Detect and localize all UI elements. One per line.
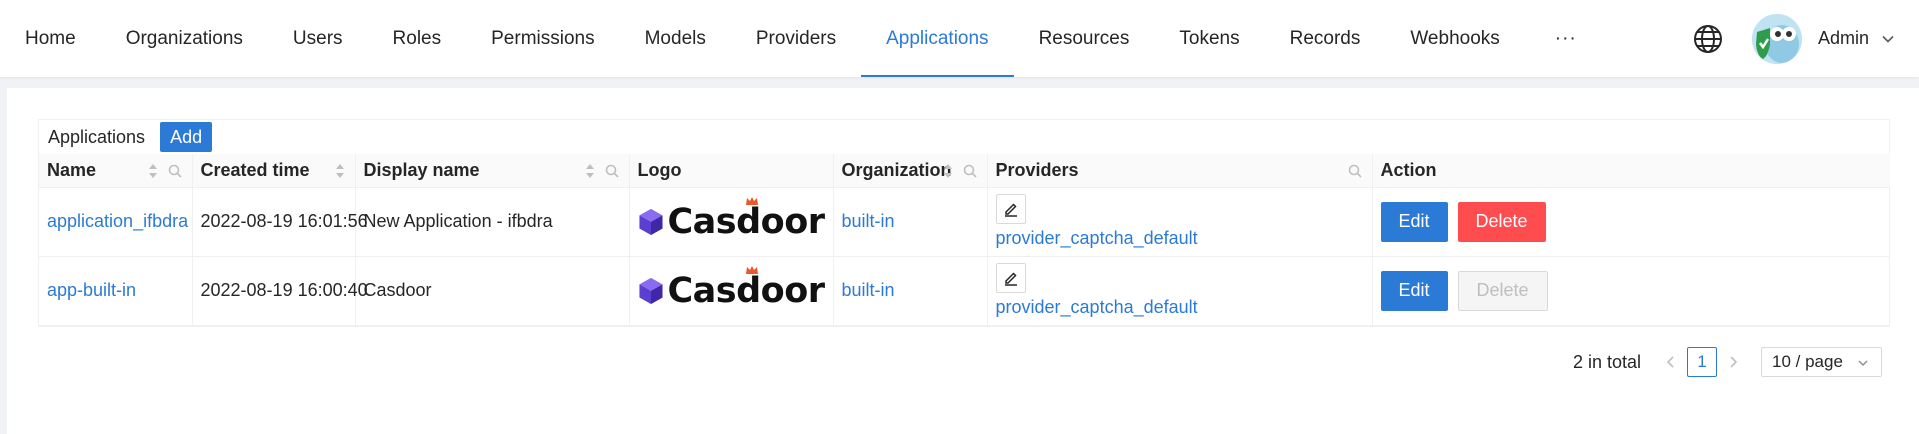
nav-resources[interactable]: Resources [1014,0,1155,77]
search-icon[interactable] [168,164,182,178]
column-label: Name [47,159,97,180]
column-header-organization: Organization [833,154,988,188]
table-row: application_ifbdra 2022-08-19 16:01:56 N… [39,187,1890,257]
add-button[interactable]: Add [160,122,213,152]
search-icon[interactable] [963,164,977,178]
delete-button[interactable]: Delete [1457,201,1546,242]
edit-button[interactable]: Edit [1380,270,1448,311]
table-row: app-built-in 2022-08-19 16:00:40 Casdoor… [39,256,1890,326]
header-right: Admin [1692,0,1919,77]
crown-icon [746,265,759,274]
user-name[interactable]: Admin [1818,28,1869,49]
pagination: 2 in total 1 10 / page [1573,347,1882,377]
nav-more[interactable]: ··· [1525,0,1607,77]
avatar[interactable] [1751,13,1802,64]
sort-icon[interactable] [943,163,953,179]
provider-link[interactable]: provider_captcha_default [996,297,1198,317]
crown-icon [746,196,759,205]
nav-permissions[interactable]: Permissions [466,0,619,77]
organization-link[interactable]: built-in [842,280,895,300]
nav-webhooks[interactable]: Webhooks [1385,0,1524,77]
nav-tokens[interactable]: Tokens [1154,0,1264,77]
nav-models[interactable]: Models [620,0,731,77]
application-name-link[interactable]: app-built-in [47,280,136,300]
top-header: Home Organizations Users Roles Permissio… [0,0,1919,77]
chevron-down-icon [1858,360,1868,366]
pencil-icon [1004,272,1017,286]
table: Name Created time Display name Logo Orga… [39,154,1890,326]
delete-button-disabled: Delete [1457,270,1548,311]
application-name-link[interactable]: application_ifbdra [47,211,188,231]
created-time: 2022-08-19 16:01:56 [200,211,368,231]
column-label: Action [1380,159,1437,180]
search-icon[interactable] [605,164,619,178]
cube-logo-icon [638,208,663,235]
edit-button[interactable]: Edit [1380,201,1448,242]
nav-roles[interactable]: Roles [368,0,467,77]
chevron-left-icon[interactable] [1663,354,1679,370]
column-header-created-time: Created time [192,154,356,188]
nav-providers[interactable]: Providers [731,0,861,77]
search-icon[interactable] [1348,164,1362,178]
casdoor-logo[interactable]: Casdoor [638,196,825,242]
logo-text: Casdoor [667,196,825,242]
total-count: 2 in total [1572,351,1641,372]
column-header-display-name: Display name [355,154,630,188]
column-header-action: Action [1372,154,1890,188]
pencil-icon [1004,203,1017,217]
sort-icon[interactable] [335,163,345,179]
organization-link[interactable]: built-in [842,211,895,231]
nav-records[interactable]: Records [1265,0,1386,77]
display-name: New Application - ifbdra [363,211,553,231]
chevron-down-icon[interactable] [1881,32,1895,46]
table-title: Applications [48,126,146,147]
avatar-image-icon [1751,13,1802,64]
chevron-right-icon[interactable] [1725,354,1741,370]
created-time: 2022-08-19 16:00:40 [200,280,368,300]
column-label: Organization [841,159,952,180]
edit-providers-button[interactable] [995,194,1026,224]
column-label: Display name [363,159,480,180]
table-title-bar: Applications Add [39,120,1889,154]
provider-link[interactable]: provider_captcha_default [996,228,1198,248]
casdoor-logo[interactable]: Casdoor [638,265,825,311]
applications-table: Applications Add Name Created time Displ… [38,119,1890,327]
cube-logo-icon [638,277,663,304]
column-header-logo: Logo [629,154,834,188]
display-name: Casdoor [363,280,432,300]
sort-icon[interactable] [148,163,158,179]
nav-organizations[interactable]: Organizations [101,0,268,77]
column-header-name: Name [39,154,193,188]
edit-providers-button[interactable] [995,263,1026,293]
nav-applications[interactable]: Applications [861,0,1015,77]
nav-users[interactable]: Users [268,0,368,77]
column-label: Logo [637,159,682,180]
page-size-select[interactable]: 10 / page [1761,347,1882,377]
globe-icon[interactable] [1692,23,1724,55]
table-header-row: Name Created time Display name Logo Orga… [39,154,1890,188]
column-label: Created time [200,159,310,180]
column-header-providers: Providers [987,154,1373,188]
main-nav: Home Organizations Users Roles Permissio… [0,0,1607,77]
nav-home[interactable]: Home [0,0,101,77]
column-label: Providers [995,159,1079,180]
page-number[interactable]: 1 [1687,347,1717,377]
page-size-value: 10 / page [1772,352,1843,371]
main-content: Applications Add Name Created time Displ… [7,88,1919,434]
logo-text: Casdoor [667,265,825,311]
sort-icon[interactable] [585,163,595,179]
